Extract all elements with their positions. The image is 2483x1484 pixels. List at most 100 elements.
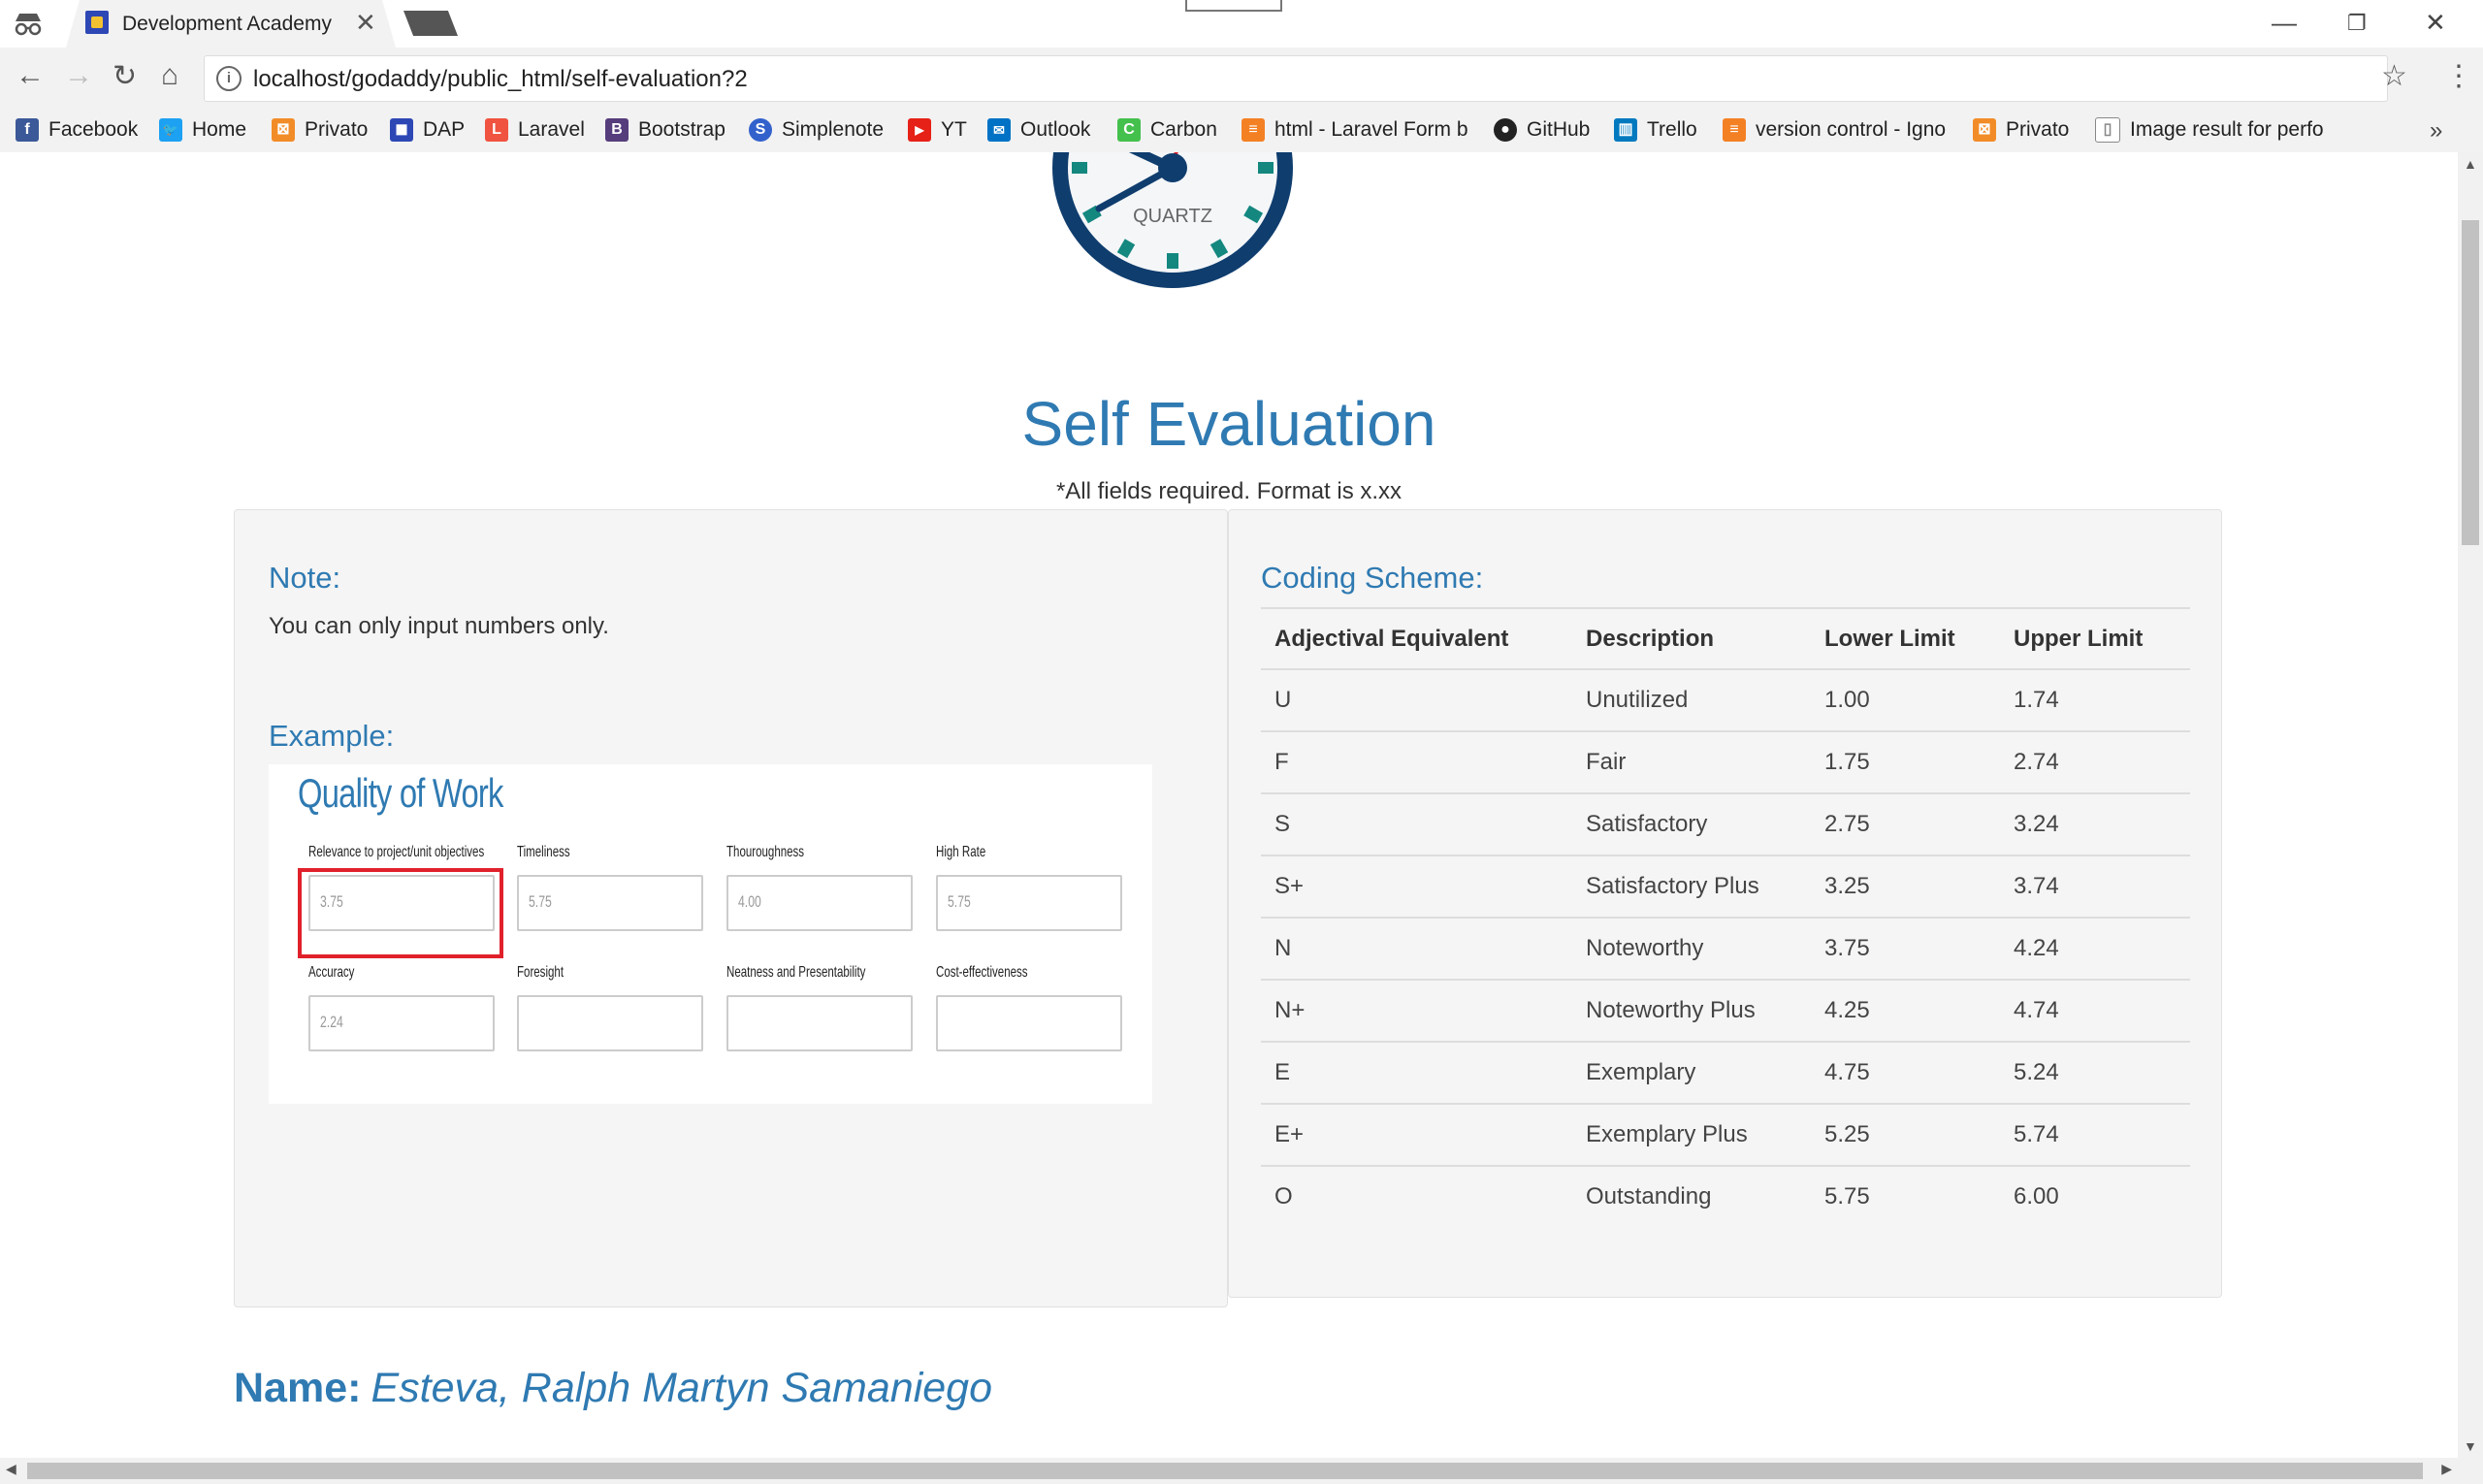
table-cell: 1.75 [1811,730,2000,793]
name-value: Esteva, Ralph Martyn Samaniego [371,1365,992,1411]
page-icon: ▯ [2095,117,2120,143]
table-row: O Outstanding 5.75 6.00 [1261,1165,2190,1227]
stackoverflow-icon: ≡ [1242,118,1265,142]
table-cell: Satisfactory [1572,792,1811,855]
table-cell: 2.75 [1811,792,2000,855]
close-window-button[interactable]: ✕ [2425,8,2446,38]
table-cell: Noteworthy Plus [1572,979,1811,1042]
column-header: Description [1572,607,1811,670]
table-cell: E [1261,1041,1572,1104]
table-cell: 3.74 [2000,855,2190,918]
privato-icon: ⊠ [1973,118,1996,142]
bookmark-laravel-form[interactable]: ≡ html - Laravel Form b [1242,113,1469,146]
bookmark-laravel[interactable]: L Laravel [485,113,585,146]
bootstrap-icon: B [605,118,629,142]
example-heading: Example: [269,719,395,753]
new-tab-button[interactable] [403,11,458,36]
example-input: 5.75 [517,875,703,931]
tab-title: Development Academy of the Philippines [122,13,332,35]
example-input [517,995,703,1051]
minimize-button[interactable]: — [2272,8,2297,38]
coding-scheme-panel: Coding Scheme: Adjectival Equivalent Des… [1228,509,2222,1298]
reload-button[interactable]: ↻ [113,59,137,93]
forward-button[interactable]: → [64,59,93,92]
scroll-right-icon[interactable]: ▶ [2441,1461,2452,1477]
dap-favicon-icon [85,11,109,34]
table-cell: 4.74 [2000,979,2190,1042]
note-text: You can only input numbers only. [269,613,609,639]
table-cell: 1.00 [1811,668,2000,731]
browser-menu-icon[interactable]: ⋮ [2444,59,2473,93]
note-heading: Note: [269,561,341,595]
table-cell: 3.25 [1811,855,2000,918]
bookmark-outlook[interactable]: ✉ Outlook [987,113,1090,146]
table-row: S+ Satisfactory Plus 3.25 3.74 [1261,855,2190,918]
table-cell: Noteworthy [1572,917,1811,980]
bookmarks-overflow-icon[interactable]: » [2430,117,2442,145]
bookmark-image-result[interactable]: ▯ Image result for perfo [2095,113,2328,146]
example-input-value: 5.75 [529,892,552,911]
home-button[interactable]: ⌂ [161,59,178,92]
bookmark-star-icon[interactable]: ☆ [2381,59,2407,93]
address-bar[interactable]: i localhost/godaddy/public_html/self-eva… [204,55,2388,102]
clock-tick-mark [1072,162,1087,174]
facebook-icon: f [16,118,39,142]
browser-titlebar: Development Academy of the Philippines ✕… [0,0,2483,48]
browser-tab-active[interactable]: Development Academy of the Philippines ✕ [66,0,396,48]
bookmark-version-control[interactable]: ≡ version control - Igno [1723,113,1950,146]
example-input-value: 2.24 [320,1013,343,1031]
bookmark-yt[interactable]: ▶ YT [908,113,967,146]
dap-icon: ◼ [390,118,413,142]
coding-scheme-table: Adjectival Equivalent Description Lower … [1261,607,2190,1227]
horizontal-scroll-thumb[interactable] [27,1463,2423,1479]
horizontal-scrollbar[interactable]: ◀ ▶ [0,1458,2458,1484]
laravel-icon: L [485,118,508,142]
tab-close-icon[interactable]: ✕ [355,8,376,38]
table-row: F Fair 1.75 2.74 [1261,730,2190,793]
table-cell: 3.24 [2000,792,2190,855]
table-cell: S [1261,792,1572,855]
example-field-label: Relevance to project/unit objectives [308,844,485,860]
trello-icon: ▥ [1614,118,1637,142]
note-panel: Note: You can only input numbers only. E… [234,509,1228,1307]
vertical-scroll-thumb[interactable] [2462,220,2479,545]
table-cell: 4.75 [1811,1041,2000,1104]
example-field-label: Timeliness [517,844,570,860]
example-field-label: Cost-effectiveness [936,964,1028,981]
table-cell: 4.25 [1811,979,2000,1042]
url-text[interactable]: localhost/godaddy/public_html/self-evalu… [253,66,748,93]
table-cell: Exemplary [1572,1041,1811,1104]
site-info-icon[interactable]: i [216,66,242,91]
scroll-left-icon[interactable]: ◀ [6,1461,16,1477]
restore-button[interactable]: ❐ [2347,11,2367,36]
bookmark-privato[interactable]: ⊠ Privato [272,113,368,146]
vertical-scrollbar[interactable]: ▲ ▼ [2458,152,2483,1458]
table-cell: 5.74 [2000,1103,2190,1166]
outlook-icon: ✉ [987,118,1011,142]
privato-icon: ⊠ [272,118,295,142]
back-button[interactable]: ← [16,59,45,92]
scroll-up-icon[interactable]: ▲ [2464,156,2477,172]
bookmark-bootstrap[interactable]: B Bootstrap [605,113,726,146]
example-input: 2.24 [308,995,495,1051]
table-cell: 1.74 [2000,668,2190,731]
scrollbar-corner [2458,1458,2483,1484]
bookmark-privato-2[interactable]: ⊠ Privato [1973,113,2069,146]
page-title: Self Evaluation [1021,389,1436,459]
example-field-label: Foresight [517,964,564,981]
table-cell: Outstanding [1572,1165,1811,1227]
bookmark-dap[interactable]: ◼ DAP [390,113,465,146]
bookmark-facebook[interactable]: f Facebook [16,113,138,146]
bookmark-home[interactable]: 🐦 Home [159,113,246,146]
incognito-icon [15,14,42,36]
bookmark-trello[interactable]: ▥ Trello [1614,113,1697,146]
clock-logo: QUARTZ [1052,152,1293,288]
coding-scheme-heading: Coding Scheme: [1261,561,1484,595]
required-fields-note: *All fields required. Format is x.xx [1055,478,1403,504]
bookmark-simplenote[interactable]: S Simplenote [749,113,884,146]
bookmark-github[interactable]: ● GitHub [1494,113,1590,146]
bookmark-carbon[interactable]: C Carbon [1117,113,1217,146]
table-cell: U [1261,668,1572,731]
window-drag-handle[interactable] [1185,0,1282,12]
scroll-down-icon[interactable]: ▼ [2464,1438,2477,1454]
